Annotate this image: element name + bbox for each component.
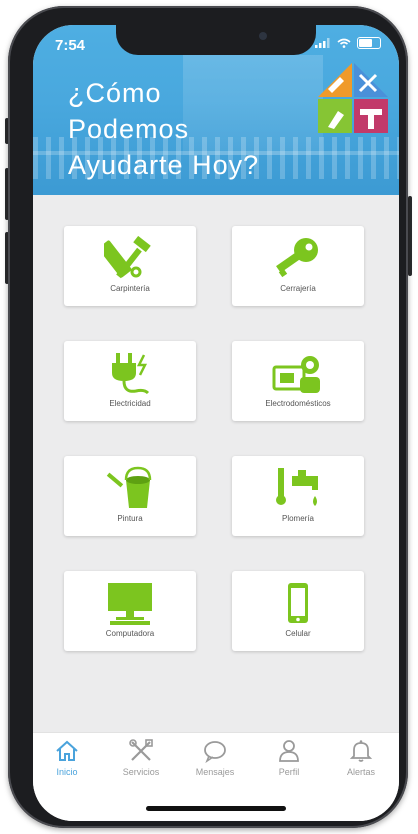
service-tile-pintura[interactable]: Pintura [64, 456, 196, 536]
front-camera [259, 32, 267, 40]
tools-icon [129, 739, 153, 761]
signal-icon [315, 38, 330, 48]
tab-inicio[interactable]: Inicio [37, 739, 97, 777]
paint-bucket-icon [106, 466, 152, 508]
service-tile-celular[interactable]: Celular [232, 571, 364, 651]
service-tile-computadora[interactable]: Computadora [64, 571, 196, 651]
phone-notch [116, 25, 316, 55]
service-label: Cerrajería [280, 284, 316, 293]
tab-label: Inicio [56, 767, 78, 777]
tab-label: Alertas [346, 767, 375, 777]
tab-label: Servicios [122, 767, 160, 777]
service-label: Plomería [281, 514, 314, 523]
battery-icon [357, 37, 381, 49]
app-screen: 7:54 ¿Cómo Podemos Ayudarte Hoy? Carpint… [33, 25, 399, 821]
tab-label: Mensajes [195, 767, 235, 777]
home-indicator[interactable] [146, 806, 286, 811]
power-button [408, 196, 412, 276]
status-time: 7:54 [55, 37, 86, 54]
service-label: Electricidad [109, 399, 151, 408]
service-label: Computadora [105, 629, 155, 638]
tab-alertas[interactable]: Alertas [331, 739, 391, 777]
service-tile-plomeria[interactable]: Plomería [232, 456, 364, 536]
service-tile-cerrajeria[interactable]: Cerrajería [232, 226, 364, 306]
status-icons [315, 37, 381, 49]
faucet-icon [276, 468, 318, 506]
bottom-tab-bar: Inicio Servicios Mensajes Perfil Alertas [33, 732, 399, 821]
appliance-repair-icon [272, 356, 320, 393]
tab-mensajes[interactable]: Mensajes [185, 739, 245, 777]
cellphone-icon [288, 583, 308, 623]
key-icon [276, 238, 318, 278]
service-label: Celular [285, 629, 311, 638]
chat-bubble-icon [204, 741, 226, 763]
service-label: Carpintería [110, 284, 150, 293]
service-label: Electrodomésticos [265, 399, 331, 408]
carpentry-icon [104, 236, 151, 279]
service-tile-electrodomesticos[interactable]: Electrodomésticos [232, 341, 364, 421]
phone-frame: 7:54 ¿Cómo Podemos Ayudarte Hoy? Carpint… [8, 6, 408, 828]
service-label: Pintura [117, 514, 143, 523]
bell-icon [349, 740, 373, 762]
home-icon [56, 740, 78, 761]
service-tile-electricidad[interactable]: Electricidad [64, 341, 196, 421]
page-title: ¿Cómo Podemos Ayudarte Hoy? [68, 78, 260, 180]
computer-icon [108, 583, 152, 625]
tab-perfil[interactable]: Perfil [259, 739, 319, 777]
user-icon [279, 740, 299, 762]
service-tile-carpinteria[interactable]: Carpintería [64, 226, 196, 306]
tab-servicios[interactable]: Servicios [111, 739, 171, 777]
app-logo-icon [318, 63, 388, 133]
tab-label: Perfil [278, 767, 300, 777]
wifi-icon [337, 38, 351, 48]
electric-plug-icon [112, 353, 150, 395]
